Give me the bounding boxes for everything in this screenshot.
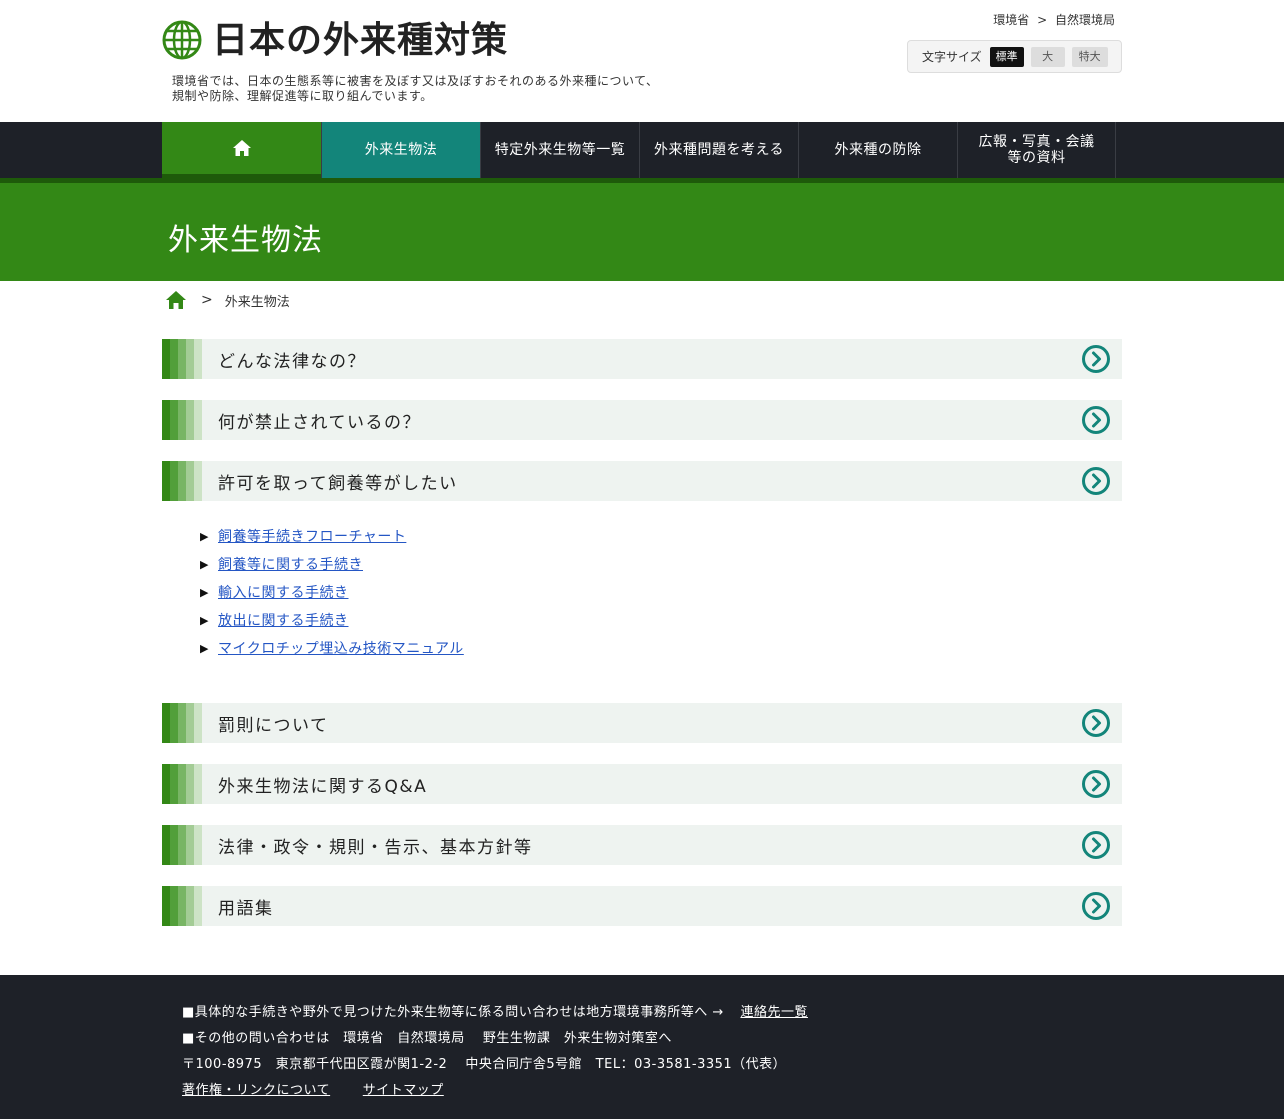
font-size-standard-button[interactable]: 標準 [989,46,1024,67]
section-row-prohibited[interactable]: 何が禁止されているの？ [162,400,1122,440]
nav-designated-species-list[interactable]: 特定外来生物等一覧 [480,122,639,178]
triangle-right-icon: ▶ [200,557,209,571]
chevron-right-circle-icon [1082,770,1110,798]
site-logo[interactable]: 日本の外来種対策 [162,20,508,60]
chevron-right-circle-icon [1082,892,1110,920]
section-row-label: 外来生物法に関するQ&A [218,776,428,797]
font-size-label: 文字サイズ [922,50,982,64]
site-footer: ■具体的な手続きや野外で見つけた外来生物等に係る問い合わせは地方環境事務所等へ … [0,975,1284,1119]
link-release-procedures[interactable]: 放出に関する手続き [218,610,349,630]
list-item: ▶ マイクロチップ埋込み技術マニュアル [200,634,464,662]
globe-icon [162,20,202,60]
section-row-penalties[interactable]: 罰則について [162,703,1122,743]
nav-control[interactable]: 外来種の防除 [798,122,957,178]
link-copyright[interactable]: 著作権・リンクについて [182,1083,330,1098]
top-breadcrumb-links: 環境省 > 自然環境局 [989,11,1115,28]
list-item: ▶ 飼養等手続きフローチャート [200,522,464,550]
permission-sub-links: ▶ 飼養等手続きフローチャート ▶ 飼養等に関する手続き ▶ 輸入に関する手続き… [200,522,464,662]
page-title: 外来生物法 [168,223,323,258]
chevron-right-circle-icon [1082,467,1110,495]
link-contact-list[interactable]: 連絡先一覧 [740,1005,808,1020]
link-moe[interactable]: 環境省 [993,13,1029,27]
link-keeping-procedures[interactable]: 飼養等に関する手続き [218,554,363,574]
main-nav: 外来生物法 特定外来生物等一覧 外来種問題を考える 外来種の防除 広報・写真・会… [0,122,1284,178]
breadcrumb: > 外来生物法 [165,290,290,310]
section-row-label: 何が禁止されているの？ [218,412,421,433]
link-sitemap[interactable]: サイトマップ [363,1083,444,1098]
section-row-label: 罰則について [218,715,329,736]
nav-materials[interactable]: 広報・写真・会議 等の資料 [957,122,1116,178]
list-item: ▶ 輸入に関する手続き [200,578,464,606]
footer-links: 著作権・リンクについて サイトマップ [182,1079,444,1098]
tagline-line: 環境省では、日本の生態系等に被害を及ぼす又は及ぼすおそれのある外来種について、 [172,74,659,88]
top-links-separator: > [1037,13,1048,27]
logo-text: 日本の外来種対策 [212,19,509,61]
section-row-glossary[interactable]: 用語集 [162,886,1122,926]
chevron-right-circle-icon [1082,345,1110,373]
nav-alien-species-act[interactable]: 外来生物法 [321,122,480,178]
breadcrumb-current: 外来生物法 [224,294,290,310]
nav-label: 特定外来生物等一覧 [494,142,626,158]
section-row-what-law[interactable]: どんな法律なの？ [162,339,1122,379]
row-stripes [162,764,202,804]
nav-label: 外来生物法 [364,142,438,158]
section-row-laws[interactable]: 法律・政令・規則・告示、基本方針等 [162,825,1122,865]
row-stripes [162,886,202,926]
nav-label: 等の資料 [1007,150,1066,166]
row-stripes [162,703,202,743]
triangle-right-icon: ▶ [200,585,209,599]
triangle-right-icon: ▶ [200,613,209,627]
chevron-right-circle-icon [1082,709,1110,737]
section-row-qa[interactable]: 外来生物法に関するQ&A [162,764,1122,804]
triangle-right-icon: ▶ [200,529,209,543]
breadcrumb-separator: > [201,292,213,308]
link-import-procedures[interactable]: 輸入に関する手続き [218,582,349,602]
main-nav-items: 外来生物法 特定外来生物等一覧 外来種問題を考える 外来種の防除 広報・写真・会… [162,122,1116,178]
list-item: ▶ 飼養等に関する手続き [200,550,464,578]
site-tagline: 環境省では、日本の生態系等に被害を及ぼす又は及ぼすおそれのある外来種について、 … [172,74,659,104]
section-row-label: 用語集 [218,898,274,919]
font-size-switcher: 文字サイズ 標準 大 特大 [907,40,1122,73]
section-row-label: どんな法律なの？ [218,351,366,372]
link-flowchart[interactable]: 飼養等手続きフローチャート [218,526,406,546]
footer-address: 〒100-8975 東京都千代田区霞が関1-2-2 中央合同庁舎5号館 TEL：… [182,1057,787,1072]
footer-text: ■具体的な手続きや野外で見つけた外来生物等に係る問い合わせは地方環境事務所等へ … [182,1005,724,1020]
section-row-label: 法律・政令・規則・告示、基本方針等 [218,837,533,858]
nav-label: 外来種問題を考える [653,142,785,158]
site-header: 日本の外来種対策 環境省では、日本の生態系等に被害を及ぼす又は及ぼすおそれのある… [0,0,1284,122]
tagline-line: 規制や防除、理解促進等に取り組んでいます。 [172,89,433,103]
nav-home[interactable] [162,122,321,178]
nav-think-about-issues[interactable]: 外来種問題を考える [639,122,798,178]
footer-text: ■その他の問い合わせは 環境省 自然環境局 野生生物課 外来生物対策室へ [182,1031,672,1046]
section-row-label: 許可を取って飼養等がしたい [218,473,458,494]
font-size-large-button[interactable]: 大 [1030,46,1065,67]
chevron-right-circle-icon [1082,406,1110,434]
footer-contact-line: ■具体的な手続きや野外で見つけた外来生物等に係る問い合わせは地方環境事務所等へ … [182,1001,808,1020]
chevron-right-circle-icon [1082,831,1110,859]
row-stripes [162,400,202,440]
font-size-xlarge-button[interactable]: 特大 [1071,46,1108,67]
page-hero: 外来生物法 [0,183,1284,281]
nav-label: 外来種の防除 [834,142,922,158]
row-stripes [162,825,202,865]
breadcrumb-home-icon[interactable] [165,290,187,310]
triangle-right-icon: ▶ [200,641,209,655]
home-icon [232,140,251,156]
row-stripes [162,339,202,379]
link-nature-bureau[interactable]: 自然環境局 [1055,13,1115,27]
link-microchip-manual[interactable]: マイクロチップ埋込み技術マニュアル [218,638,464,658]
nav-label: 広報・写真・会議 [978,134,1095,150]
row-stripes [162,461,202,501]
section-row-permission[interactable]: 許可を取って飼養等がしたい [162,461,1122,501]
list-item: ▶ 放出に関する手続き [200,606,464,634]
